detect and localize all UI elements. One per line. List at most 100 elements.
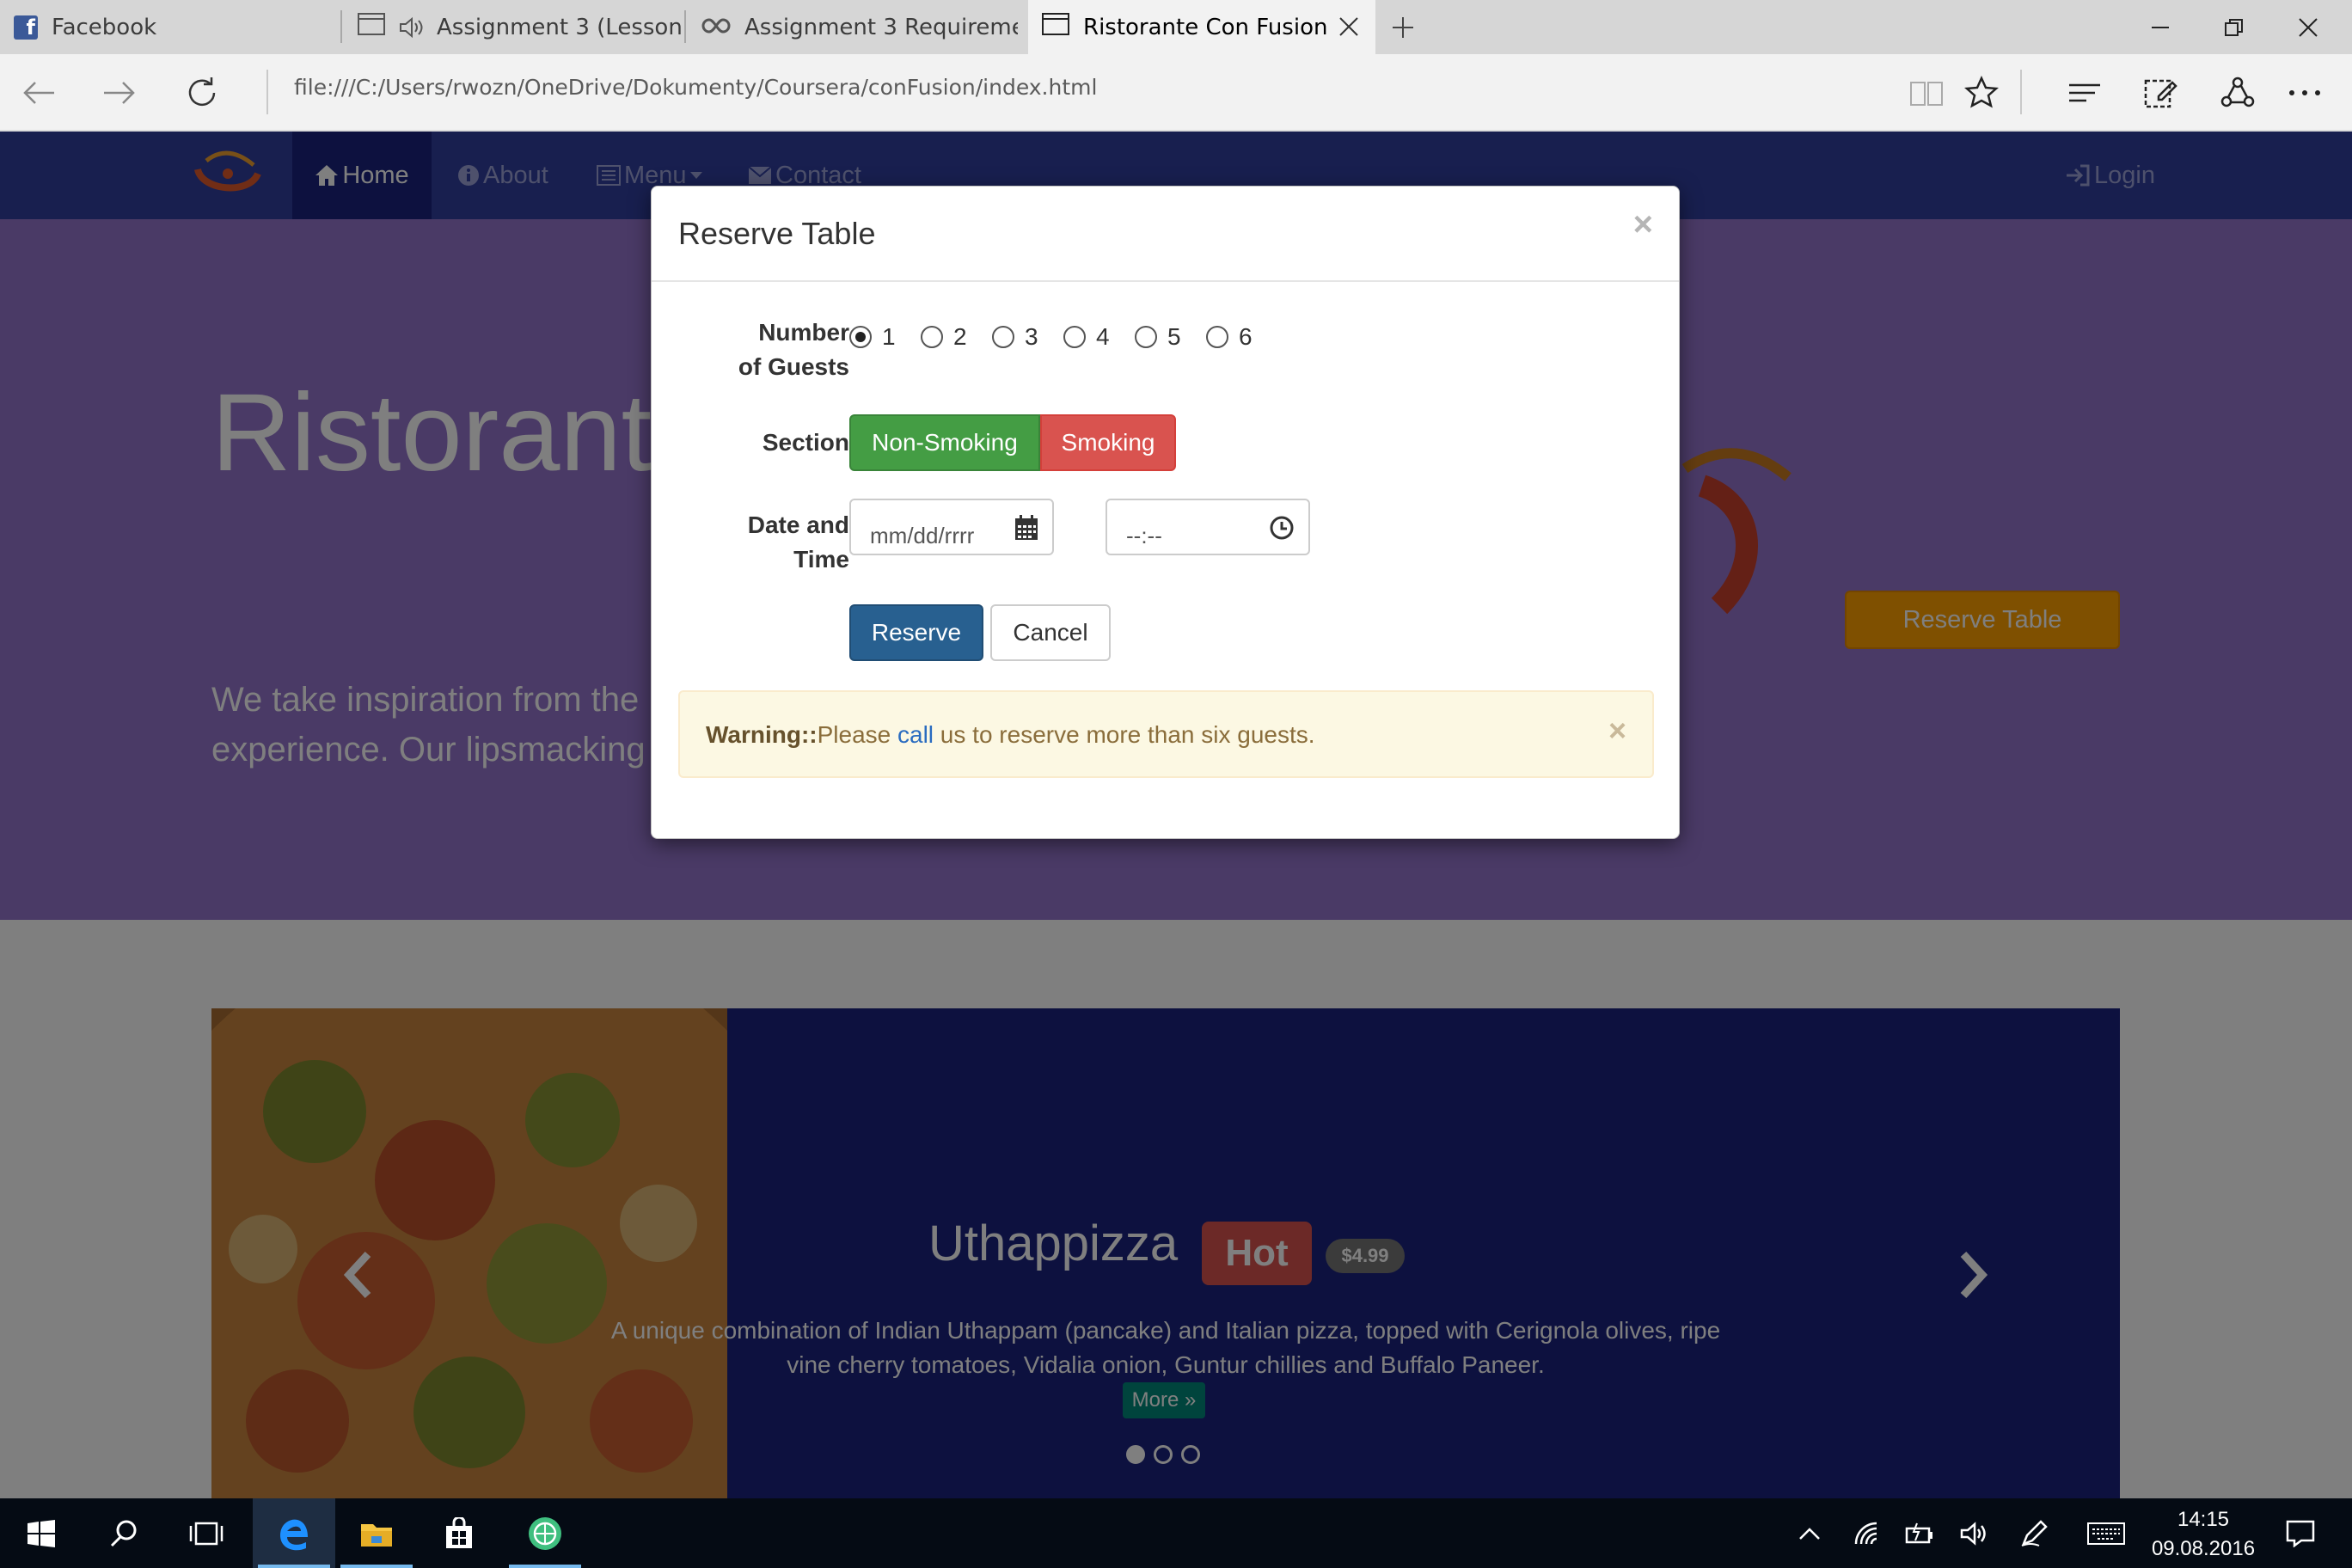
window-icon <box>358 13 385 41</box>
modal-close-button[interactable]: × <box>1633 205 1653 244</box>
radio-button[interactable] <box>1135 326 1157 348</box>
more-actions-button[interactable] <box>2278 66 2331 119</box>
active-indicator <box>258 1565 330 1568</box>
tab-separator <box>340 10 342 43</box>
favorite-button[interactable] <box>1955 66 2008 119</box>
minimize-button[interactable] <box>2123 0 2197 54</box>
minimize-icon <box>2152 26 2169 28</box>
taskbar-app[interactable] <box>504 1498 586 1568</box>
date-placeholder: mm/dd/rrrr <box>870 523 975 548</box>
active-indicator <box>340 1565 413 1568</box>
taskbar-edge[interactable] <box>253 1498 335 1568</box>
address-separator <box>266 70 268 114</box>
refresh-button[interactable] <box>175 66 229 119</box>
guests-radio-3[interactable]: 3 <box>992 323 1038 351</box>
store-bag-icon <box>446 1516 472 1548</box>
calendar-icon[interactable] <box>1014 515 1038 545</box>
guests-label-line1: Number <box>758 319 849 346</box>
modal-title: Reserve Table <box>678 216 876 251</box>
touch-keyboard-button[interactable] <box>2082 1498 2130 1568</box>
radio-button[interactable] <box>992 326 1014 348</box>
star-icon <box>1964 76 1999 108</box>
url-field[interactable]: file:///C:/Users/rwozn/OneDrive/Dokument… <box>294 75 1097 100</box>
share-button[interactable] <box>2211 66 2264 119</box>
back-button[interactable] <box>12 66 65 119</box>
hub-button[interactable] <box>2058 66 2111 119</box>
guests-radio-4[interactable]: 4 <box>1063 323 1110 351</box>
start-button[interactable] <box>0 1498 83 1568</box>
close-window-button[interactable] <box>2271 0 2345 54</box>
alert-text-after: us to reserve more than six guests. <box>934 721 1315 748</box>
tab-assignment-lesson[interactable]: Assignment 3 (Lesson) <box>344 0 681 54</box>
speaker-icon[interactable] <box>399 16 425 39</box>
new-tab-button[interactable] <box>1384 10 1422 45</box>
wifi-icon <box>1854 1522 1877 1544</box>
forward-button[interactable] <box>93 66 146 119</box>
reading-view-button[interactable] <box>1900 66 1953 119</box>
keyboard-icon <box>2087 1522 2125 1545</box>
refresh-icon <box>188 77 216 107</box>
network-button[interactable] <box>1847 1498 1890 1568</box>
web-note-button[interactable] <box>2134 66 2187 119</box>
alert-close-button[interactable]: × <box>1608 713 1626 749</box>
tab-assignment-requirements[interactable]: Assignment 3 Requirements <box>688 0 1018 54</box>
non-smoking-button[interactable]: Non-Smoking <box>849 414 1040 471</box>
share-icon <box>2220 77 2255 107</box>
book-icon <box>1910 82 1943 106</box>
battery-button[interactable] <box>1898 1498 1941 1568</box>
datetime-label: Date and Time <box>652 508 849 577</box>
volume-icon <box>1960 1521 1986 1546</box>
address-bar: file:///C:/Users/rwozn/OneDrive/Dokument… <box>0 54 2352 132</box>
alert-text-before: Please <box>817 721 898 748</box>
tab-separator <box>684 10 686 43</box>
hub-icon <box>2069 83 2100 102</box>
guests-radio-5[interactable]: 5 <box>1135 323 1181 351</box>
clock-icon[interactable] <box>1269 515 1295 545</box>
radio-button[interactable] <box>849 326 872 348</box>
reserve-table-modal: Reserve Table × Number of Guests 1 2 3 4… <box>651 186 1680 839</box>
folder-icon <box>361 1523 392 1547</box>
volume-button[interactable] <box>1953 1498 1996 1568</box>
time-placeholder: --:-- <box>1126 523 1162 548</box>
taskbar-clock[interactable]: 14:15 09.08.2016 <box>2139 1505 2268 1564</box>
taskbar-store[interactable] <box>418 1498 500 1568</box>
time-input[interactable]: --:-- <box>1106 499 1310 555</box>
action-center-button[interactable] <box>2275 1498 2326 1568</box>
show-hidden-icons-button[interactable] <box>1788 1498 1831 1568</box>
search-button[interactable] <box>83 1498 165 1568</box>
call-link[interactable]: call <box>897 721 934 748</box>
tab-label: Ristorante Con Fusion <box>1083 14 1328 40</box>
task-view-button[interactable] <box>165 1498 248 1568</box>
guests-radio-1[interactable]: 1 <box>849 323 896 351</box>
tab-ristorante[interactable]: Ristorante Con Fusion <box>1028 0 1375 54</box>
tab-facebook[interactable]: f Facebook <box>0 0 337 54</box>
smoking-button[interactable]: Smoking <box>1040 414 1176 471</box>
radio-button[interactable] <box>1206 326 1228 348</box>
guests-radio-2[interactable]: 2 <box>921 323 967 351</box>
radio-button[interactable] <box>1063 326 1086 348</box>
alert-strong: Warning:: <box>706 721 818 748</box>
radio-button[interactable] <box>921 326 943 348</box>
radio-label: 4 <box>1096 323 1110 350</box>
plus-icon <box>1393 17 1413 38</box>
pen-note-icon <box>2144 79 2177 108</box>
taskbar-file-explorer[interactable] <box>335 1498 418 1568</box>
date-input[interactable]: mm/dd/rrrr <box>849 499 1054 555</box>
windows-ink-button[interactable] <box>2013 1498 2056 1568</box>
tab-close-icon[interactable] <box>1338 15 1360 38</box>
close-icon <box>2299 17 2318 37</box>
radio-label: 1 <box>882 323 896 350</box>
guests-radio-6[interactable]: 6 <box>1206 323 1253 351</box>
battery-icon <box>1905 1522 1932 1543</box>
restore-button[interactable] <box>2197 0 2271 54</box>
radio-label: 6 <box>1239 323 1253 350</box>
cancel-button[interactable]: Cancel <box>990 604 1111 661</box>
app-globe-icon <box>529 1516 561 1550</box>
datetime-label-line2: Time <box>793 546 849 573</box>
chevron-up-icon <box>1799 1527 1820 1540</box>
restore-icon <box>2225 18 2243 36</box>
reserve-button[interactable]: Reserve <box>849 604 983 661</box>
radio-label: 5 <box>1167 323 1181 350</box>
task-view-icon <box>189 1522 224 1545</box>
section-label: Section <box>762 429 849 456</box>
